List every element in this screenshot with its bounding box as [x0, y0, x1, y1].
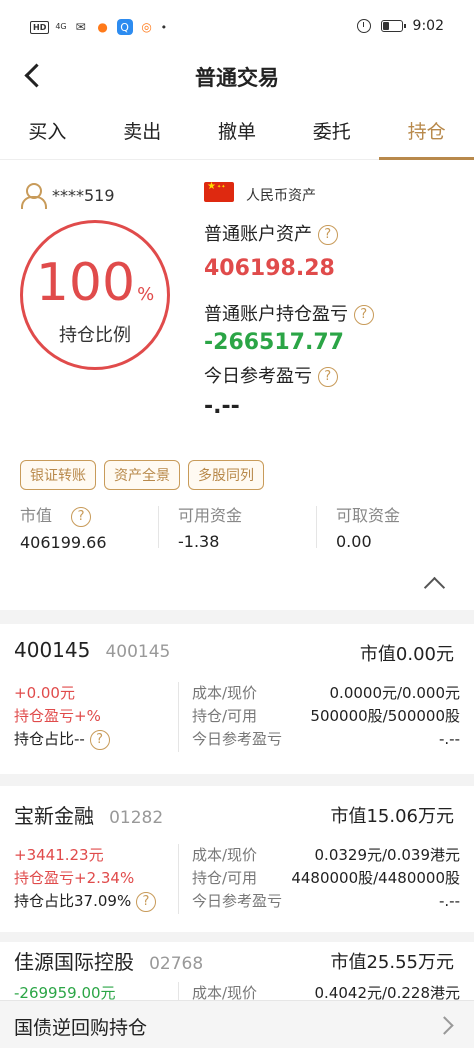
today-label: 今日参考盈亏: [192, 730, 283, 748]
stat-market-value: 市值 ? 406199.66: [0, 502, 158, 552]
multi-stock-button[interactable]: 多股同列: [188, 460, 264, 490]
stat-available-funds: 可用资金 -1.38: [158, 502, 316, 552]
today-value: -.--: [438, 730, 460, 748]
help-icon[interactable]: ?: [317, 225, 338, 245]
today-pnl-value: -.--: [204, 394, 240, 419]
holding-pnl-pct: 持仓盈亏+2.34%: [14, 869, 135, 887]
quick-actions: 银证转账 资产全景 多股同列: [20, 460, 264, 490]
pnl-value: -266517.77: [204, 330, 344, 355]
chat-icon: ✉: [75, 20, 86, 34]
holding-pnl: +3441.23元: [14, 846, 104, 864]
app-notification-icon: ●: [97, 20, 108, 34]
holding-code: 02768: [149, 954, 204, 974]
holding-name: 宝新金融: [14, 804, 94, 828]
tab-cancel[interactable]: 撤单: [190, 108, 285, 159]
today-pnl-label: 今日参考盈亏: [204, 366, 312, 387]
tab-sell[interactable]: 卖出: [95, 108, 190, 159]
holding-card[interactable]: 宝新金融 01282 市值15.06万元 +3441.23元 持仓盈亏+2.34…: [0, 786, 474, 932]
cost-value: 0.0000元/0.000元: [329, 684, 460, 702]
holding-market-value: 市值0.00元: [359, 644, 454, 665]
more-dot-icon: •: [160, 20, 168, 34]
hold-label: 持仓/可用: [192, 869, 258, 887]
cost-label: 成本/现价: [192, 684, 258, 702]
divider: [178, 844, 179, 914]
repo-holdings-bar[interactable]: 国债逆回购持仓: [0, 1000, 474, 1048]
bank-transfer-button[interactable]: 银证转账: [20, 460, 96, 490]
collapse-chevron-up-icon[interactable]: [424, 572, 444, 592]
holding-name: 佳源国际控股: [14, 950, 134, 974]
help-icon[interactable]: ?: [317, 367, 338, 387]
position-ratio-label: 持仓比例: [59, 325, 131, 346]
signal-icon: 4G: [55, 22, 67, 31]
trade-tabs: 买入 卖出 撤单 委托 持仓: [0, 108, 474, 160]
cost-value: 0.0329元/0.039港元: [314, 846, 460, 864]
asset-type: 人民币资产: [246, 188, 316, 204]
holding-card[interactable]: 佳源国际控股 02768 市值25.55万元 -269959.00元 成本/现价…: [0, 942, 474, 1000]
search-app-icon: Q: [116, 19, 133, 35]
holding-pnl-pct: 持仓盈亏+%: [14, 707, 101, 725]
total-assets-label: 普通账户资产: [204, 224, 312, 245]
holding-pnl: +0.00元: [14, 684, 75, 702]
position-ratio-unit: %: [137, 284, 155, 305]
hold-value: 500000股/500000股: [310, 707, 460, 725]
holding-ratio: 持仓占比--: [14, 730, 85, 748]
repo-holdings-label: 国债逆回购持仓: [14, 1017, 148, 1039]
holding-code: 01282: [109, 808, 164, 828]
holding-market-value: 市值25.55万元: [330, 952, 454, 973]
holding-market-value: 市值15.06万元: [330, 806, 454, 827]
clock: 9:02: [412, 18, 444, 34]
section-divider: [0, 610, 474, 624]
alarm-icon: [356, 19, 371, 33]
hd-indicator: HD: [30, 20, 50, 34]
battery-icon: [380, 20, 406, 32]
user-icon: [20, 182, 47, 209]
asset-overview-button[interactable]: 资产全景: [104, 460, 180, 490]
holding-card[interactable]: 400145 400145 市值0.00元 +0.00元 持仓盈亏+% 持仓占比…: [0, 624, 474, 774]
account-summary: ****519 100% 持仓比例 人民币资产 普通账户资产 ? 406198.…: [0, 160, 474, 610]
today-value: -.--: [438, 892, 460, 910]
help-icon[interactable]: ?: [135, 891, 156, 912]
status-bar: HD 4G ✉ ● Q ◎ • 9:02: [0, 0, 474, 50]
stat-label: 市值: [20, 506, 53, 525]
tab-orders[interactable]: 委托: [284, 108, 379, 159]
tab-buy[interactable]: 买入: [0, 108, 95, 159]
section-divider: [0, 774, 474, 786]
section-divider: [0, 932, 474, 942]
divider: [178, 982, 179, 1000]
cost-label: 成本/现价: [192, 846, 258, 864]
holding-code: 400145: [105, 642, 171, 662]
today-label: 今日参考盈亏: [192, 892, 283, 910]
tab-positions[interactable]: 持仓: [379, 108, 474, 160]
holding-pnl: -269959.00元: [14, 984, 116, 1000]
hold-value: 4480000股/4480000股: [291, 869, 460, 887]
stat-withdrawable-funds: 可取资金 0.00: [316, 502, 474, 552]
app-icon: ◎: [141, 20, 152, 34]
total-assets-value: 406198.28: [204, 256, 335, 281]
stat-value: 406199.66: [20, 532, 107, 552]
position-ratio-ring: 100% 持仓比例: [20, 220, 170, 370]
stat-label: 可取资金: [336, 506, 401, 525]
holding-ratio: 持仓占比37.09%: [14, 892, 132, 910]
account-number: ****519: [52, 185, 115, 205]
chevron-right-icon: [436, 1015, 454, 1035]
nav-bar: 普通交易: [0, 50, 474, 100]
stat-label: 可用资金: [178, 506, 243, 525]
stat-value: -1.38: [178, 532, 220, 551]
position-ratio-value: 100: [35, 253, 136, 313]
hold-label: 持仓/可用: [192, 707, 258, 725]
account-info: ****519: [20, 182, 115, 209]
stat-value: 0.00: [336, 532, 372, 551]
cost-label: 成本/现价: [192, 984, 258, 1000]
fund-stats: 市值 ? 406199.66 可用资金 -1.38 可取资金 0.00: [0, 502, 474, 552]
cost-value: 0.4042元/0.228港元: [314, 984, 460, 1000]
divider: [178, 682, 179, 752]
page-title: 普通交易: [195, 66, 279, 90]
china-flag-icon: [204, 181, 234, 202]
pnl-label: 普通账户持仓盈亏: [204, 304, 348, 325]
help-icon[interactable]: ?: [353, 305, 374, 325]
holding-name: 400145: [14, 638, 91, 662]
help-icon[interactable]: ?: [71, 506, 92, 527]
help-icon[interactable]: ?: [89, 729, 110, 750]
